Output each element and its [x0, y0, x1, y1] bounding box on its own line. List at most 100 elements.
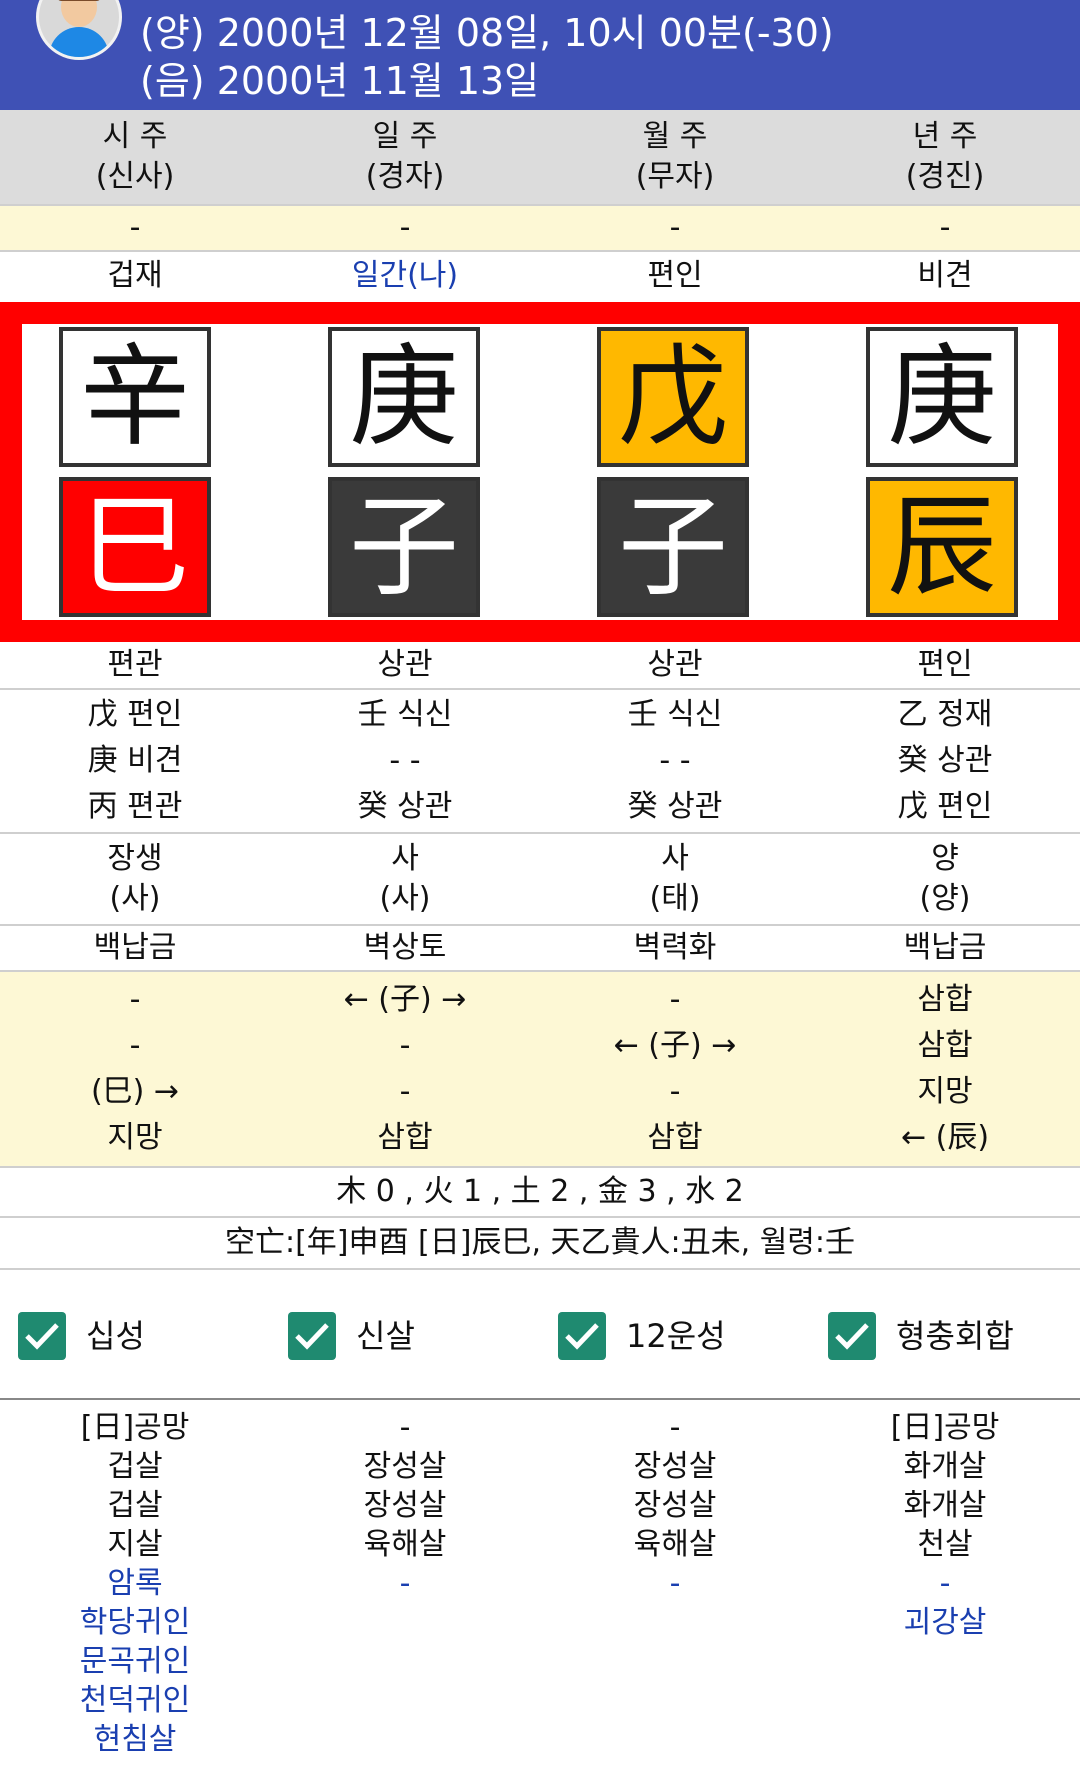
sinsal-item: 장성살 — [633, 1449, 717, 1484]
earthly-branch-tile[interactable]: 辰 — [866, 477, 1018, 617]
checkbox-checked-icon[interactable] — [288, 1312, 336, 1360]
stem-god: 편인 — [647, 258, 703, 293]
stage-main: 장생 — [107, 841, 163, 876]
hidden-stem: 壬 식신 — [357, 697, 453, 732]
branch-god: 상관 — [647, 647, 703, 682]
pillar-title: 일 주 — [372, 119, 438, 154]
hidden-stem: 壬 식신 — [627, 697, 723, 732]
relations-row: - - (巳) → 지망 ← (子) → - - 삼합 - ← (子) → - 삼합 삼합 삼합 지망… — [0, 972, 1080, 1168]
relation-cell: ← (子) → — [343, 982, 467, 1017]
sinsal-item: 겁살 — [107, 1449, 163, 1484]
stem-god-row: 겁재 일간(나) 편인 비견 — [0, 252, 1080, 300]
yellow-cell: - — [669, 210, 681, 245]
pillar-title: 년 주 — [912, 119, 978, 154]
lunar-date: (음) 2000년 11월 13일 — [140, 59, 540, 103]
toggle-label[interactable]: 12운성 — [626, 1312, 726, 1360]
relation-cell: 지망 — [917, 1074, 973, 1109]
solar-date: (양) 2000년 12월 08일, 10시 00분(-30) — [140, 11, 834, 55]
relation-cell: - — [399, 1074, 411, 1109]
hidden-stem: 癸 상관 — [627, 789, 723, 824]
checkbox-checked-icon[interactable] — [18, 1312, 66, 1360]
relation-cell: - — [129, 1028, 141, 1063]
relation-cell: ← (辰) — [900, 1120, 990, 1155]
sinsal-item: 장성살 — [633, 1488, 717, 1523]
toggle-label[interactable]: 신살 — [356, 1312, 415, 1360]
hidden-stem: - - — [389, 743, 421, 778]
nayin-row: 백납금 벽상토 벽력화 백납금 — [0, 926, 1080, 972]
stage-sub: (사) — [379, 881, 431, 916]
heavenly-stem-tile[interactable]: 戊 — [597, 327, 749, 467]
sinsal-item: 장성살 — [363, 1488, 447, 1523]
sinsal-item-blue: 문곡귀인 — [79, 1644, 191, 1679]
toggle-label[interactable]: 형충회합 — [896, 1312, 1014, 1360]
sinsal-row: [日]공망 겁살 겁살 지살 암록 학당귀인 문곡귀인 천덕귀인 현침살 - 장… — [0, 1408, 1080, 1772]
hidden-stem: - - — [659, 743, 691, 778]
sinsal-item-blue: - — [669, 1566, 681, 1601]
heavenly-stem-tile[interactable]: 庚 — [866, 327, 1018, 467]
relation-cell: 삼합 — [917, 1028, 973, 1063]
sinsal-item-blue: 암록 — [107, 1566, 163, 1601]
nayin-cell: 백납금 — [903, 930, 987, 965]
relation-cell: 삼합 — [377, 1120, 433, 1155]
sinsal-item-blue: 괴강살 — [903, 1605, 987, 1640]
nayin-cell: 벽력화 — [633, 930, 717, 965]
stage-sub: (사) — [109, 881, 161, 916]
stem-god-self: 일간(나) — [351, 258, 459, 293]
relation-cell: 삼합 — [647, 1120, 703, 1155]
sinsal-item: 장성살 — [363, 1449, 447, 1484]
sinsal-item: [日]공망 — [80, 1410, 190, 1445]
relation-cell: - — [669, 1074, 681, 1109]
earthly-branch-tile[interactable]: 巳 — [59, 477, 211, 617]
extra-summary-row: 空亡:[年]申酉 [日]辰巳, 天乙貴人:丑未, 월령:壬 — [0, 1218, 1080, 1270]
relation-cell: (巳) → — [90, 1074, 180, 1109]
elements-summary-row: 木 0 , 火 1 , 土 2 , 金 3 , 水 2 — [0, 1168, 1080, 1218]
stage-sub: (태) — [649, 881, 701, 916]
branch-god: 편인 — [917, 647, 973, 682]
sinsal-item-blue: 학당귀인 — [79, 1605, 191, 1640]
hidden-stem: 庚 비견 — [87, 743, 183, 778]
twelve-stages-row: 장생 (사) 사 (사) 사 (태) 양 (양) — [0, 834, 1080, 926]
heavenly-stem-tile[interactable]: 庚 — [328, 327, 480, 467]
earthly-branch-tile[interactable]: 子 — [328, 477, 480, 617]
pillar-subtitle: (경진) — [905, 159, 985, 194]
heavenly-stem-tile[interactable]: 辛 — [59, 327, 211, 467]
sinsal-item: 육해살 — [363, 1527, 447, 1562]
sinsal-item: 육해살 — [633, 1527, 717, 1562]
relation-cell: - — [399, 1028, 411, 1063]
sinsal-item-blue: - — [399, 1566, 411, 1601]
stage-main: 양 — [931, 841, 959, 876]
header-bar: (양) 2000년 12월 08일, 10시 00분(-30) (음) 2000… — [0, 0, 1080, 110]
stage-main: 사 — [391, 841, 419, 876]
hidden-stem: 丙 편관 — [87, 789, 183, 824]
stem-god: 비견 — [917, 258, 973, 293]
pillar-title: 시 주 — [102, 119, 168, 154]
sinsal-item: 화개살 — [903, 1449, 987, 1484]
hidden-stem: 癸 상관 — [357, 789, 453, 824]
sinsal-item: - — [399, 1410, 411, 1445]
checkbox-checked-icon[interactable] — [828, 1312, 876, 1360]
pillar-subtitle: (경자) — [365, 159, 445, 194]
yellow-cell: - — [939, 210, 951, 245]
nayin-cell: 벽상토 — [363, 930, 447, 965]
pillar-subtitle: (신사) — [95, 159, 175, 194]
hidden-stem: 乙 정재 — [897, 697, 993, 732]
sinsal-item: 겁살 — [107, 1488, 163, 1523]
sinsal-item: 천살 — [917, 1527, 973, 1562]
hidden-stem: 戊 편인 — [897, 789, 993, 824]
hidden-stems-row: 戊 편인 庚 비견 丙 편관 壬 식신 - - 癸 상관 壬 식신 - - 癸 상관 乙 정… — [0, 690, 1080, 834]
pillar-subtitle: (무자) — [635, 159, 715, 194]
earthly-branch-tile[interactable]: 子 — [597, 477, 749, 617]
stage-main: 사 — [661, 841, 689, 876]
branch-god: 편관 — [107, 647, 163, 682]
yellow-cell: - — [129, 210, 141, 245]
checkbox-checked-icon[interactable] — [558, 1312, 606, 1360]
branch-god: 상관 — [377, 647, 433, 682]
pillar-title-row: 시 주 (신사) 일 주 (경자) 월 주 (무자) 년 주 (경진) — [0, 110, 1080, 206]
branch-god-row: 편관 상관 상관 편인 — [0, 642, 1080, 690]
sinsal-item: 지살 — [107, 1527, 163, 1562]
sinsal-item: 화개살 — [903, 1488, 987, 1523]
relation-cell: ← (子) → — [613, 1028, 737, 1063]
avatar[interactable] — [36, 0, 122, 60]
toggle-label[interactable]: 십성 — [86, 1312, 145, 1360]
extra-summary: 空亡:[年]申酉 [日]辰巳, 天乙貴人:丑未, 월령:壬 — [224, 1225, 856, 1260]
